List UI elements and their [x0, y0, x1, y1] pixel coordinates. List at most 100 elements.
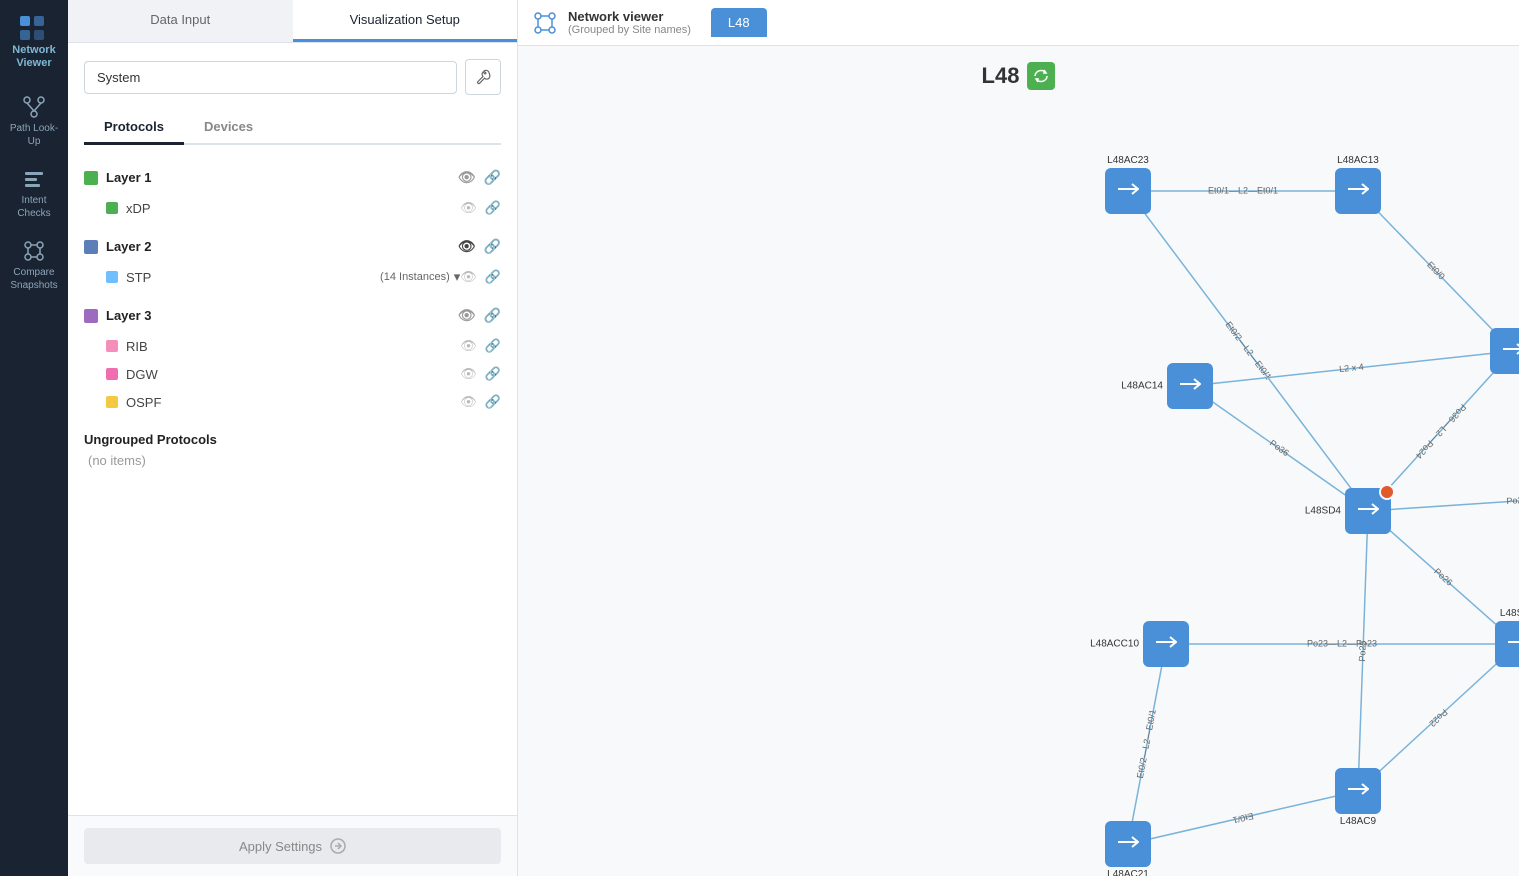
layer-2-color	[84, 240, 98, 254]
ungrouped-title: Ungrouped Protocols	[84, 432, 501, 447]
node-l48ac14-icon	[1179, 376, 1201, 397]
node-l48sd4-label: L48SD4	[1305, 506, 1341, 517]
protocol-rib-name: RIB	[126, 339, 460, 354]
node-l48ac23-icon	[1117, 181, 1139, 202]
graph-title-refresh-icon[interactable]	[1027, 62, 1055, 90]
sidebar-item-compare-snapshots-label: Compare Snapshots	[4, 266, 64, 292]
node-l48acc10-label: L48ACC10	[1090, 639, 1139, 650]
tabs-header: Data Input Visualization Setup	[68, 0, 517, 43]
node-l48ac9-label: L48AC9	[1340, 816, 1376, 827]
apply-btn-row: Apply Settings	[68, 815, 517, 876]
layer-3-header[interactable]: Layer 3 👁 🔗	[84, 299, 501, 332]
protocol-rib: RIB 👁 🔗	[84, 332, 501, 360]
protocol-stp: STP (14 Instances) ▾ 👁 🔗	[84, 263, 501, 291]
protocol-xdp-color	[106, 202, 118, 214]
sidebar-item-compare-snapshots[interactable]: Compare Snapshots	[0, 230, 68, 302]
viewer-tab-l48[interactable]: L48	[711, 8, 767, 37]
viewer-subtitle: (Grouped by Site names)	[568, 24, 691, 36]
protocol-dgw-visibility-icon[interactable]: 👁	[460, 366, 477, 382]
protocol-stp-actions: 👁 🔗	[460, 269, 501, 285]
node-l48ac23[interactable]: L48AC23	[1105, 168, 1151, 214]
apply-settings-button[interactable]: Apply Settings	[84, 828, 501, 864]
svg-text:Et0/2—L2—Et0/1: Et0/2—L2—Et0/1	[1135, 709, 1158, 780]
node-l48ac13-label: L48AC13	[1337, 155, 1379, 166]
layer-2-visibility-icon[interactable]: 👁	[458, 238, 476, 255]
sidebar-logo[interactable]: Network Viewer	[8, 8, 59, 78]
viewer-title-group: Network viewer (Grouped by Site names)	[568, 9, 691, 36]
node-l48sd6-icon	[1502, 341, 1519, 362]
node-l48ac13[interactable]: L48AC13	[1335, 168, 1381, 214]
protocol-stp-visibility-icon[interactable]: 👁	[460, 269, 477, 285]
layer-3-visibility-icon[interactable]: 👁	[458, 307, 476, 324]
node-l48sd3[interactable]: L48SD3	[1495, 621, 1519, 667]
svg-text:Et0/1—L2—Et0/1: Et0/1—L2—Et0/1	[1208, 185, 1278, 195]
protocol-ospf-actions: 👁 🔗	[460, 394, 501, 410]
layer-3-name: Layer 3	[106, 308, 152, 323]
config-panel: Data Input Visualization Setup System Pr…	[68, 0, 518, 876]
layer-3-link-icon[interactable]: 🔗	[484, 307, 501, 324]
layer-3-actions: 👁 🔗	[458, 307, 501, 324]
wrench-button[interactable]	[465, 59, 501, 95]
protocol-stp-link-icon[interactable]: 🔗	[485, 269, 501, 285]
viewer-canvas[interactable]: Et0/1—L2—Et0/1Et0/0Et0/2—L2—Et0/1Po36L2 …	[518, 46, 1519, 876]
tab-data-input[interactable]: Data Input	[68, 0, 293, 42]
svg-text:Po27: Po27	[1506, 495, 1519, 506]
layer-1-section: Layer 1 👁 🔗 xDP 👁 🔗	[84, 161, 501, 222]
protocol-stp-instances: (14 Instances)	[380, 271, 450, 283]
protocol-dgw: DGW 👁 🔗	[84, 360, 501, 388]
node-l48sd4[interactable]: L48SD4	[1345, 488, 1391, 534]
sub-tab-protocols[interactable]: Protocols	[84, 111, 184, 145]
protocol-dgw-link-icon[interactable]: 🔗	[485, 366, 501, 382]
node-l48ac9[interactable]: L48AC9	[1335, 768, 1381, 814]
svg-text:Po26: Po26	[1432, 566, 1454, 587]
node-l48ac9-icon	[1347, 781, 1369, 802]
node-l48ac21-icon	[1117, 834, 1139, 855]
layer-2-link-icon[interactable]: 🔗	[484, 238, 501, 255]
protocol-stp-name: STP	[126, 270, 376, 285]
viewer-title: Network viewer	[568, 9, 691, 24]
protocol-rib-link-icon[interactable]: 🔗	[485, 338, 501, 354]
protocol-rib-color	[106, 340, 118, 352]
layer-3-section: Layer 3 👁 🔗 RIB 👁 🔗 DGW	[84, 299, 501, 416]
sidebar-item-path-lookup-label: Path Look-Up	[4, 122, 64, 148]
node-l48sd6[interactable]: L48SD6	[1490, 328, 1519, 374]
graph-title: L48	[982, 62, 1056, 90]
protocol-dgw-name: DGW	[126, 367, 460, 382]
main-panel: Data Input Visualization Setup System Pr…	[68, 0, 1519, 876]
protocol-ospf-link-icon[interactable]: 🔗	[485, 394, 501, 410]
sidebar-item-path-lookup[interactable]: Path Look-Up	[0, 86, 68, 158]
protocol-xdp-link-icon[interactable]: 🔗	[485, 200, 501, 216]
layer-1-actions: 👁 🔗	[458, 169, 501, 186]
svg-text:Et0/2—L2—Et0/1: Et0/2—L2—Et0/1	[1223, 320, 1273, 382]
tab-visualization-setup[interactable]: Visualization Setup	[293, 0, 518, 42]
ungrouped-empty-text: (no items)	[84, 453, 501, 468]
protocol-xdp: xDP 👁 🔗	[84, 194, 501, 222]
protocol-xdp-name: xDP	[126, 201, 460, 216]
node-l48acc10-icon	[1155, 634, 1177, 655]
node-l48ac14[interactable]: L48AC14	[1167, 363, 1213, 409]
node-l48ac21-label: L48AC21	[1107, 869, 1149, 876]
layer-2-header[interactable]: Layer 2 👁 🔗	[84, 230, 501, 263]
ungrouped-section: Ungrouped Protocols (no items)	[84, 432, 501, 468]
viewer-header: Network viewer (Grouped by Site names) L…	[518, 0, 1519, 46]
protocol-xdp-visibility-icon[interactable]: 👁	[460, 200, 477, 216]
layer-1-name: Layer 1	[106, 170, 152, 185]
sidebar-item-intent-checks[interactable]: Intent Checks	[0, 158, 68, 230]
svg-text:Po36—L2—Po24: Po36—L2—Po24	[1414, 402, 1468, 461]
node-l48ac13-icon	[1347, 181, 1369, 202]
node-l48acc10[interactable]: L48ACC10	[1143, 621, 1189, 667]
node-l48ac14-label: L48AC14	[1121, 381, 1163, 392]
protocol-ospf-visibility-icon[interactable]: 👁	[460, 394, 477, 410]
svg-text:Po23—L2—Po23: Po23—L2—Po23	[1307, 638, 1377, 648]
protocol-rib-visibility-icon[interactable]: 👁	[460, 338, 477, 354]
node-l48sd4-icon	[1357, 501, 1379, 522]
system-dropdown[interactable]: System	[84, 61, 457, 94]
node-l48sd3-label: L48SD3	[1500, 608, 1519, 619]
protocol-ospf-color	[106, 396, 118, 408]
layer-1-visibility-icon[interactable]: 👁	[458, 169, 476, 186]
layer-1-link-icon[interactable]: 🔗	[484, 169, 501, 186]
sub-tab-devices[interactable]: Devices	[184, 111, 273, 145]
node-l48ac21[interactable]: L48AC21	[1105, 821, 1151, 867]
sub-tabs: Protocols Devices	[84, 111, 501, 145]
layer-1-header[interactable]: Layer 1 👁 🔗	[84, 161, 501, 194]
